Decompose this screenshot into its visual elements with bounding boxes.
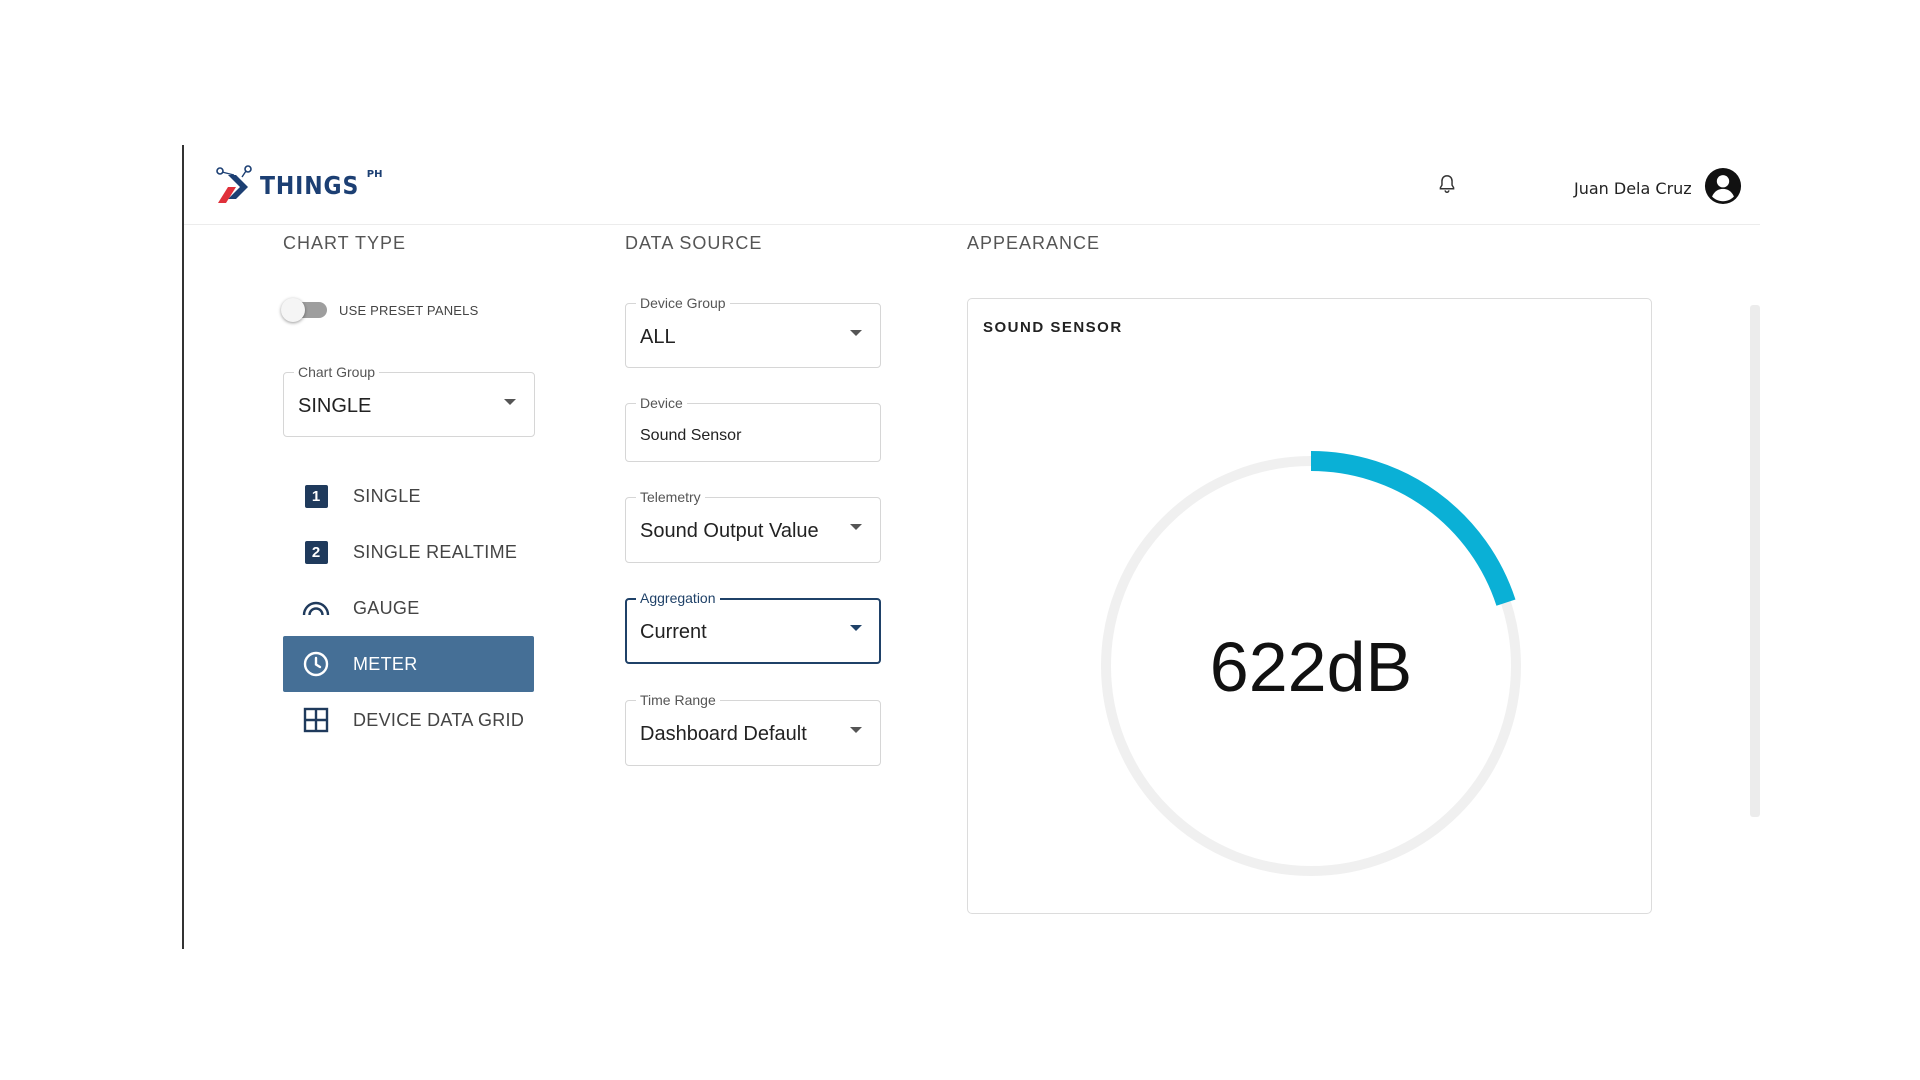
device-group-value: ALL	[640, 326, 676, 348]
chevron-down-icon	[850, 330, 862, 336]
chevron-down-icon	[504, 399, 516, 405]
toggle-track[interactable]	[281, 298, 327, 322]
chart-type-label: SINGLE REALTIME	[353, 541, 518, 562]
device-group-select[interactable]: Device Group ALL	[625, 295, 881, 368]
aggregation-select[interactable]: Aggregation Current	[625, 590, 881, 664]
meter-value: 622dB	[1210, 628, 1412, 706]
chevron-down-icon	[850, 727, 862, 733]
chart-type-single[interactable]: 1 SINGLE	[283, 468, 534, 524]
chart-type-label: GAUGE	[353, 597, 420, 618]
account-avatar-icon[interactable]	[1704, 167, 1742, 205]
logo-superscript: PH	[366, 169, 383, 180]
use-preset-panels-toggle[interactable]: USE PRESET PANELS	[281, 298, 479, 322]
chart-group-select[interactable]: Chart Group SINGLE	[283, 364, 535, 437]
number-2-icon: 2	[301, 537, 331, 567]
device-field[interactable]: Device Sound Sensor	[625, 395, 881, 462]
appearance-heading: APPEARANCE	[967, 233, 1101, 253]
aggregation-label: Aggregation	[636, 590, 720, 606]
user-name[interactable]: Juan Dela Cruz	[1574, 179, 1692, 198]
chart-type-device-data-grid[interactable]: DEVICE DATA GRID	[283, 692, 534, 748]
time-range-select[interactable]: Time Range Dashboard Default	[625, 692, 881, 766]
scrollbar[interactable]	[1750, 305, 1760, 817]
chart-group-label: Chart Group	[294, 364, 380, 380]
aggregation-value: Current	[640, 621, 707, 643]
top-bar: THINGS PH Juan Dela Cruz	[184, 145, 1760, 225]
left-divider	[182, 145, 184, 949]
logo-mark-icon	[216, 165, 252, 203]
chart-type-single-realtime[interactable]: 2 SINGLE REALTIME	[283, 524, 534, 580]
chevron-down-icon	[850, 625, 862, 631]
notification-bell-icon[interactable]	[1436, 172, 1458, 196]
chart-type-label: METER	[353, 653, 418, 674]
chart-type-label: DEVICE DATA GRID	[353, 709, 525, 730]
meter-fill-arc	[1310, 451, 1516, 606]
grid-icon	[301, 705, 331, 735]
meter-chart: 622dB	[1101, 451, 1521, 876]
logo-wordmark: THINGS	[260, 171, 360, 200]
time-range-value: Dashboard Default	[640, 723, 807, 745]
telemetry-label: Telemetry	[636, 489, 705, 505]
brand-logo[interactable]: THINGS PH	[214, 165, 382, 205]
meter-preview-card: SOUND SENSOR 622dB	[967, 298, 1652, 914]
chart-type-meter[interactable]: METER	[283, 636, 534, 692]
number-1-icon: 1	[301, 481, 331, 511]
chart-type-heading: CHART TYPE	[283, 233, 407, 253]
chart-group-value: SINGLE	[298, 395, 372, 417]
device-value: Sound Sensor	[640, 427, 742, 444]
data-source-heading: DATA SOURCE	[625, 233, 763, 253]
toggle-label: USE PRESET PANELS	[339, 302, 479, 318]
device-label: Device	[636, 395, 687, 411]
chart-type-label: SINGLE	[353, 485, 421, 506]
telemetry-value: Sound Output Value	[640, 520, 819, 542]
chevron-down-icon	[850, 524, 862, 530]
device-group-label: Device Group	[636, 295, 730, 311]
telemetry-select[interactable]: Telemetry Sound Output Value	[625, 489, 881, 563]
time-range-label: Time Range	[636, 692, 720, 708]
clock-icon	[301, 649, 331, 679]
toggle-thumb[interactable]	[281, 298, 305, 322]
chart-type-gauge[interactable]: GAUGE	[283, 580, 534, 636]
gauge-icon	[301, 593, 331, 623]
